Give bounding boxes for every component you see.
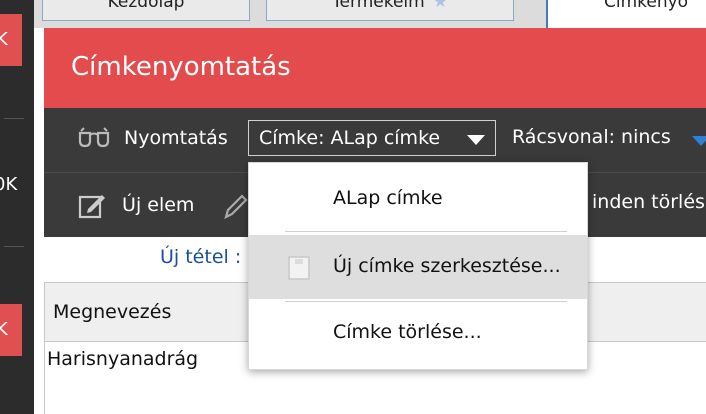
- grid-select[interactable]: Rácsvonal: nincs: [512, 126, 671, 148]
- print-button[interactable]: Nyomtatás: [78, 126, 228, 149]
- label-select[interactable]: Címke: ALap címke: [248, 120, 496, 156]
- sidebar-divider: [4, 118, 24, 119]
- menu-item-basic-label-text: ALap címke: [333, 187, 443, 209]
- tab-strip: Kezdőlap Termékeim ★ Címkenyo: [34, 0, 706, 28]
- tab-products-label: Termékeim: [332, 0, 425, 12]
- delete-all-label: inden törlés: [592, 191, 705, 213]
- sidebar-item-2-label: 0K: [0, 174, 18, 195]
- label-dropdown-menu: ALap címke Új címke szerkesztése... Címk…: [248, 162, 588, 370]
- tab-label-print-label: Címkenyo: [604, 0, 689, 12]
- left-sidebar: K 0K K: [0, 0, 34, 414]
- print-label: Nyomtatás: [124, 126, 228, 149]
- new-item-button[interactable]: Új elem: [78, 191, 194, 219]
- chevron-down-icon: [467, 135, 485, 145]
- sidebar-button-3-label: K: [0, 319, 8, 340]
- tag-icon: [288, 256, 310, 280]
- menu-item-edit-label-text: Új címke szerkesztése...: [333, 255, 561, 277]
- menu-item-basic-label[interactable]: ALap címke: [249, 163, 587, 231]
- page-title: Címkenyomtatás: [71, 52, 291, 82]
- label-select-value: Címke: ALap címke: [259, 127, 441, 149]
- page-header: Címkenyomtatás: [44, 28, 706, 108]
- tab-products[interactable]: Termékeim ★: [266, 0, 514, 21]
- new-entry-label: Új tétel :: [160, 246, 242, 268]
- edit-icon: [78, 195, 105, 219]
- menu-item-delete-label[interactable]: Címke törlése...: [249, 303, 587, 367]
- chevron-down-icon[interactable]: [692, 136, 706, 146]
- tab-home-label: Kezdőlap: [107, 0, 185, 12]
- menu-item-edit-label[interactable]: Új címke szerkesztése...: [249, 235, 587, 299]
- tab-home[interactable]: Kezdőlap: [42, 0, 250, 21]
- sidebar-button-3[interactable]: K: [0, 304, 22, 356]
- menu-separator: [285, 231, 567, 232]
- sidebar-button-1[interactable]: K: [0, 14, 22, 66]
- pencil-icon: [224, 194, 248, 219]
- star-icon[interactable]: ★: [433, 0, 448, 12]
- menu-separator: [285, 301, 567, 302]
- glasses-icon: [78, 126, 110, 147]
- new-item-label: Új elem: [122, 194, 195, 216]
- edit-button[interactable]: [224, 191, 248, 219]
- column-header-name: Megnevezés: [53, 301, 172, 323]
- sidebar-item-2[interactable]: 0K: [0, 174, 34, 195]
- menu-item-delete-label-text: Címke törlése...: [333, 321, 482, 343]
- tab-label-print[interactable]: Címkenyo: [546, 0, 706, 28]
- delete-all-button[interactable]: inden törlés: [592, 191, 705, 213]
- sidebar-divider: [4, 246, 24, 247]
- table-row[interactable]: Harisnyanadrág: [47, 348, 198, 370]
- sidebar-button-1-label: K: [0, 29, 8, 50]
- grid-select-label: Rácsvonal: nincs: [512, 126, 671, 148]
